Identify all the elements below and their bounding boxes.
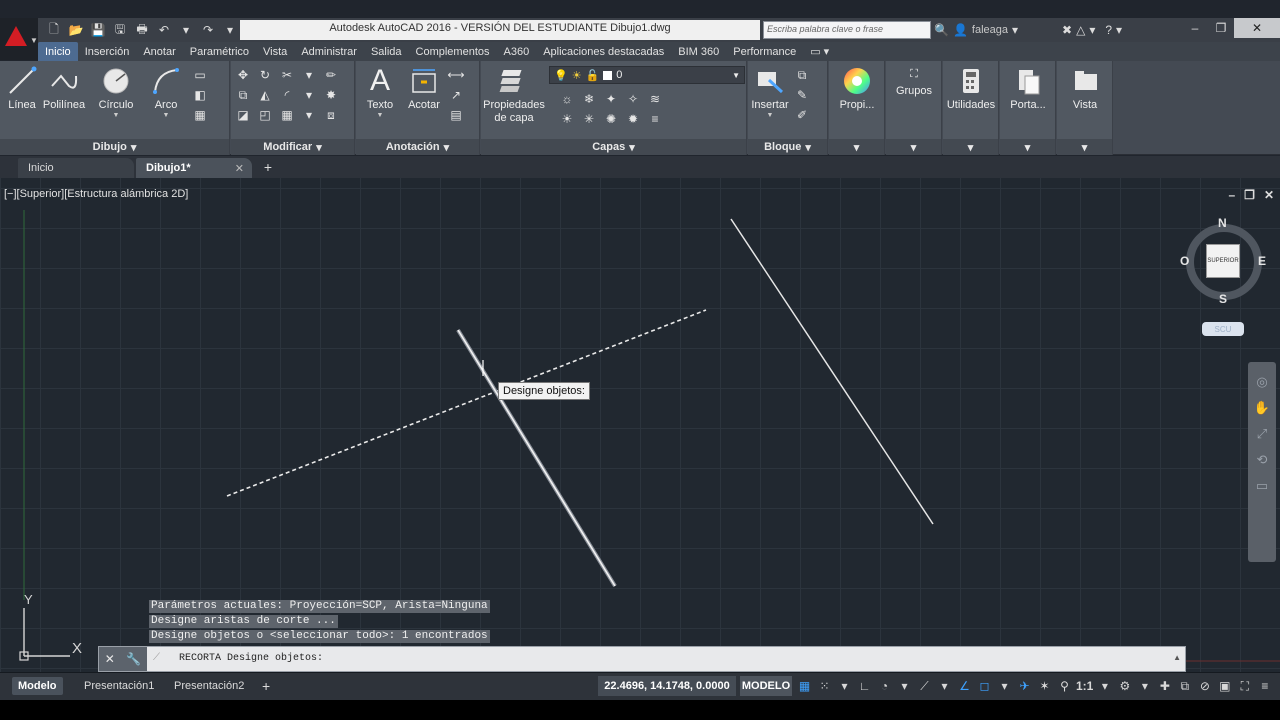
snap-dropdown-icon[interactable]: ▾ [836,677,853,695]
ortho-icon[interactable]: ∟ [856,677,873,695]
orbit-icon[interactable]: ⟲ [1257,452,1268,468]
command-prompt-icon[interactable]: ⟋ [153,652,160,663]
annotation-scale-icon[interactable]: ⚲ [1056,677,1073,695]
coordinates-display[interactable]: 22.4696, 14.1748, 0.0000 [598,676,736,696]
command-history-line: Designe objetos o <seleccionar todo>: 1 … [149,630,490,643]
scale-dropdown-icon[interactable]: ▾ [1096,677,1113,695]
add-layout-icon[interactable]: + [256,677,276,695]
auto-scale-icon[interactable]: ✶ [1036,677,1053,695]
command-history-toggle-icon[interactable]: ▲ [1173,653,1181,662]
annotation-scale-value[interactable]: 1:1 [1076,677,1093,695]
showmotion-icon[interactable]: ▭ [1256,478,1268,494]
ucs-x-label: X [72,640,83,657]
snap-icon[interactable]: ⁙ [816,677,833,695]
isodraft-icon[interactable]: ⟋ [916,677,933,695]
diagonal-line[interactable] [730,218,934,525]
viewcube-top-face[interactable]: SUPERIOR [1206,244,1240,278]
command-line-tools: ✕ 🔧 [99,647,147,671]
clean-screen-icon[interactable]: ⛶ [1236,677,1253,695]
customization-icon[interactable]: ≡ [1256,677,1273,695]
object-snap-dropdown-icon[interactable]: ▾ [996,677,1013,695]
isodraft-dropdown-icon[interactable]: ▾ [936,677,953,695]
polar-dropdown-icon[interactable]: ▾ [896,677,913,695]
command-line[interactable]: ✕ 🔧 ⟋ RECORTA Designe objetos: ▲ [98,646,1186,672]
compass-north[interactable]: N [1218,216,1227,230]
compass-west[interactable]: O [1180,254,1189,268]
ucs-menu-button[interactable]: SCU [1202,322,1244,336]
layout-tab-modelo[interactable]: Modelo [12,677,63,695]
zoom-icon[interactable]: ⤢ [1257,426,1267,442]
units-icon[interactable]: ⧉ [1176,677,1193,695]
compass-east[interactable]: E [1258,254,1266,268]
model-space-toggle[interactable]: MODELO [740,676,792,696]
object-snap-icon[interactable]: ◻ [976,677,993,695]
add-scale-icon[interactable]: ✚ [1156,677,1173,695]
workspace-gear-icon[interactable]: ⚙ [1116,677,1133,695]
layout-tab-presentacion2[interactable]: Presentación2 [168,677,250,695]
selected-line[interactable] [457,329,616,587]
compass-south[interactable]: S [1219,292,1227,306]
close-icon[interactable]: ✕ [105,652,115,666]
isolate-objects-icon[interactable]: ⊘ [1196,677,1213,695]
object-snap-tracking-icon[interactable]: ∠ [956,677,973,695]
cursor-tooltip: Designe objetos: [498,382,590,400]
command-history-line: Parámetros actuales: Proyección=SCP, Ari… [149,600,490,613]
command-history-line: Designe aristas de corte ... [149,615,338,628]
pan-icon[interactable]: ✋ [1254,400,1270,416]
polar-icon[interactable]: ◔ [876,677,893,695]
graphics-performance-icon[interactable]: ▣ [1216,677,1233,695]
autocad-window: ▼ 🗋 📂 💾 🖫 🖶 ↶ ▾ ↷ ▾ Autodesk AutoCAD 201… [0,0,1280,720]
steering-wheel-icon[interactable]: ◎ [1256,374,1267,390]
cutting-edge-dashed-line[interactable] [226,309,707,497]
layout-tab-presentacion1[interactable]: Presentación1 [78,677,160,695]
screen-bottom-edge [0,700,1280,720]
grid-icon[interactable]: ▦ [796,677,813,695]
wrench-icon[interactable]: 🔧 [126,652,141,666]
viewcube[interactable]: SUPERIOR N S E O [1180,214,1268,306]
workspace-dropdown-icon[interactable]: ▾ [1136,677,1153,695]
annotation-visibility-icon[interactable]: ✈ [1016,677,1033,695]
command-input[interactable]: RECORTA Designe objetos: [179,653,323,664]
status-toggles: ▦ ⁙ ▾ ∟ ◔ ▾ ⟋ ▾ ∠ ◻ ▾ ✈ ✶ ⚲ 1:1 ▾ ⚙ ▾ ✚ … [796,676,1273,696]
ucs-y-label: Y [24,592,33,607]
navigation-bar: ◎ ✋ ⤢ ⟲ ▭ [1248,362,1276,562]
